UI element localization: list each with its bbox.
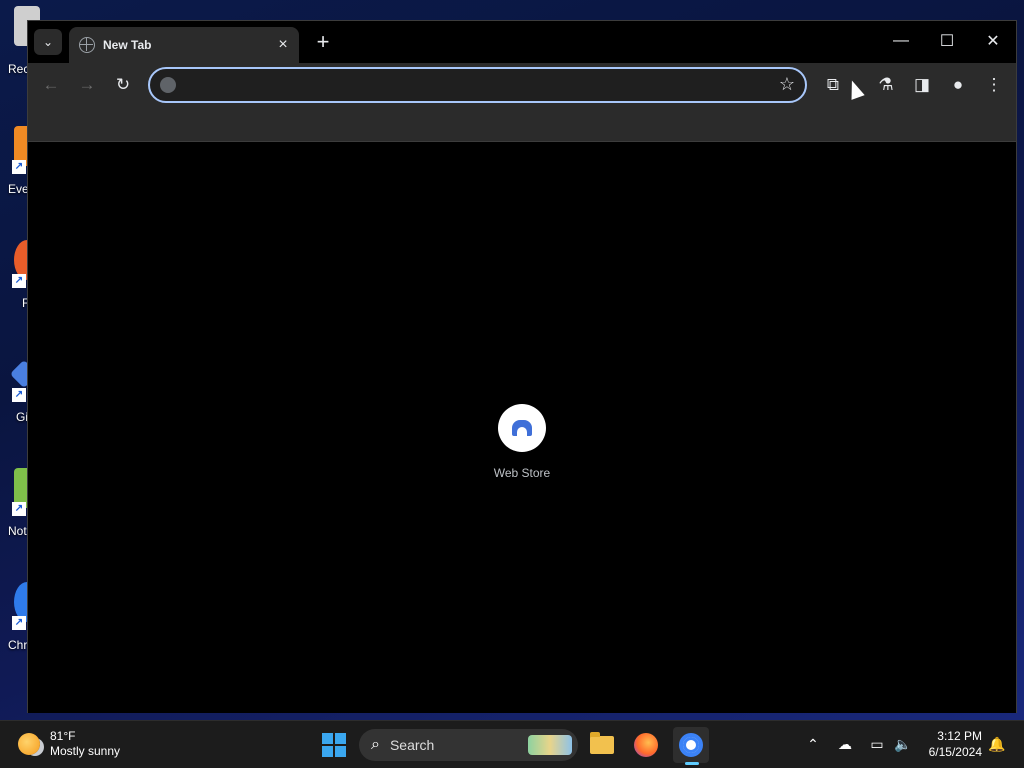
folder-icon [590, 732, 614, 754]
search-icon: ⌕ [371, 736, 380, 753]
shortcut-tile [498, 404, 546, 452]
network-button[interactable]: ▭ [866, 733, 888, 755]
arrow-right-icon: → [78, 75, 96, 94]
firefox-icon [634, 733, 658, 757]
back-button[interactable]: ← [36, 70, 66, 100]
shortcut-arrow-icon: ↗ [12, 616, 26, 630]
search-highlight-icon [528, 735, 572, 755]
minimize-icon: — [893, 32, 909, 49]
shortcut-arrow-icon: ↗ [12, 502, 26, 516]
active-app-indicator [685, 762, 699, 765]
cloud-icon: ☁ [838, 735, 852, 752]
chevron-down-icon: ⌄ [42, 35, 54, 49]
browser-toolbar: ← → ↻ ☆ ⧉ ⚗ ◨ ● ⋮ [28, 63, 1016, 107]
weather-condition: Mostly sunny [50, 744, 121, 758]
bookmark-star-icon[interactable]: ☆ [779, 74, 795, 95]
minimize-button[interactable]: — [878, 21, 924, 61]
tab-close-button[interactable]: × [273, 35, 293, 55]
close-icon: ✕ [986, 33, 1000, 50]
desktop-icon-label: Not [8, 524, 27, 538]
taskbar: 81°F Mostly sunny ⌕ Search ⌃ ☁ ▭ 🔈 3:12 … [0, 720, 1024, 768]
close-icon: × [278, 36, 288, 53]
new-tab-page: Web Store [28, 142, 1016, 713]
side-panel-icon: ◨ [913, 75, 931, 94]
chrome-icon [679, 733, 703, 757]
address-bar[interactable]: ☆ [148, 67, 807, 103]
arrow-left-icon: ← [42, 75, 60, 94]
start-button[interactable] [316, 727, 352, 763]
puzzle-icon: ⧉ [826, 75, 840, 94]
tab-title: New Tab [103, 38, 152, 52]
weather-widget[interactable]: 81°F Mostly sunny [18, 729, 120, 759]
globe-icon [79, 37, 95, 53]
maximize-icon: ☐ [939, 33, 955, 50]
weather-text: 81°F Mostly sunny [50, 729, 120, 759]
onedrive-button[interactable]: ☁ [834, 733, 856, 755]
clock[interactable]: 3:12 PM 6/15/2024 [922, 728, 982, 760]
weather-temp: 81°F [50, 729, 76, 743]
menu-button[interactable]: ⋮ [979, 70, 1009, 100]
forward-button[interactable]: → [72, 70, 102, 100]
windows-icon [322, 733, 346, 757]
volume-muted-icon: 🔈 [894, 735, 912, 752]
tab-new-tab[interactable]: New Tab × [69, 27, 299, 63]
flask-icon: ⚗ [878, 75, 894, 94]
show-hidden-icons-button[interactable]: ⌃ [802, 733, 824, 755]
file-explorer-button[interactable] [584, 727, 620, 763]
close-window-button[interactable]: ✕ [970, 21, 1016, 61]
shortcut-web-store[interactable]: Web Store [474, 382, 570, 482]
reload-icon: ↻ [115, 75, 131, 94]
tab-search-button[interactable]: ⌄ [34, 29, 62, 55]
chevron-up-icon: ⌃ [807, 735, 819, 752]
side-panel-button[interactable]: ◨ [907, 70, 937, 100]
bookmarks-bar [28, 107, 1016, 142]
shortcut-arrow-icon: ↗ [12, 160, 26, 174]
clock-date: 6/15/2024 [928, 745, 982, 759]
site-info-icon [160, 77, 176, 93]
shortcut-arrow-icon: ↗ [12, 274, 26, 288]
volume-button[interactable]: 🔈 [892, 733, 914, 755]
plus-icon: + [316, 29, 330, 54]
desktop-icon-label: Chr [8, 638, 28, 652]
shortcut-arrow-icon: ↗ [12, 388, 26, 402]
profile-button[interactable]: ● [943, 70, 973, 100]
network-icon: ▭ [870, 735, 884, 752]
labs-button[interactable]: ⚗ [871, 70, 901, 100]
reload-button[interactable]: ↻ [108, 70, 138, 100]
address-input[interactable] [184, 75, 764, 95]
browser-window: ⌄ New Tab × + — ☐ ✕ ← → ↻ ☆ ⧉ ⚗ ◨ ● ⋮ We… [27, 20, 1017, 713]
maximize-button[interactable]: ☐ [924, 21, 970, 61]
shortcut-label: Web Store [493, 466, 551, 480]
notifications-button[interactable]: 🔔 [986, 733, 1008, 755]
taskbar-search[interactable]: ⌕ Search [359, 729, 578, 761]
bell-icon: 🔔 [988, 735, 1006, 752]
sun-cloud-icon [18, 733, 40, 755]
person-icon: ● [952, 75, 964, 94]
clock-time: 3:12 PM [937, 729, 982, 743]
new-tab-button[interactable]: + [309, 29, 337, 55]
firefox-button[interactable] [628, 727, 664, 763]
tab-strip: ⌄ New Tab × + — ☐ ✕ [28, 21, 1016, 63]
desktop-icon-label: Eve [8, 182, 29, 196]
search-label: Search [389, 737, 435, 753]
web-store-icon [512, 420, 532, 436]
chrome-button[interactable] [673, 727, 709, 763]
more-vertical-icon: ⋮ [985, 75, 1003, 94]
extensions-button[interactable]: ⧉ [818, 70, 848, 100]
